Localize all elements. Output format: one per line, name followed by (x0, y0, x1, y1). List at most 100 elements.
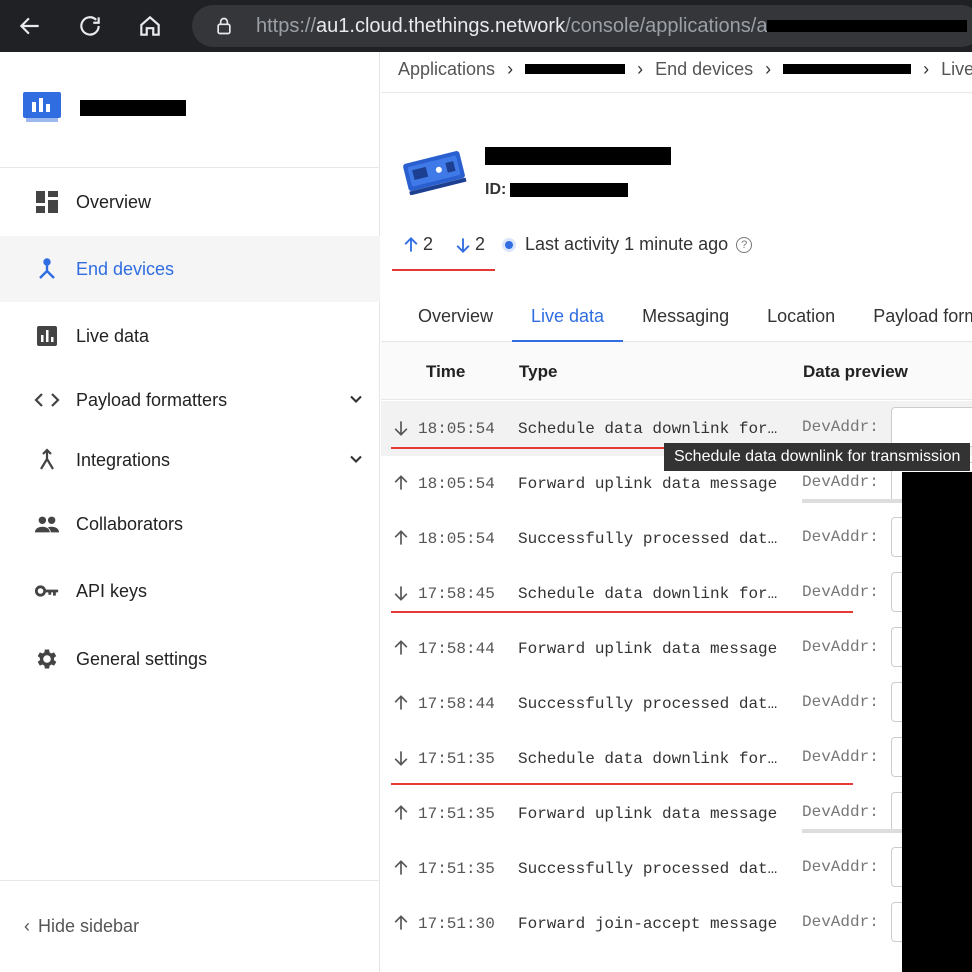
sidebar-item-live-data[interactable]: Live data (0, 303, 380, 369)
app-name-redacted (80, 100, 186, 116)
row-devaddr: DevAddr: (802, 913, 879, 931)
sidebar-item-payload-formatters[interactable]: Payload formatters (0, 367, 380, 433)
data-preview-redacted (902, 472, 972, 972)
table-header: Time Type Data preview (381, 342, 972, 400)
chevron-left-icon: ‹ (24, 916, 30, 936)
last-activity: Last activity 1 minute ago (525, 234, 729, 254)
uplink-count: 2 (401, 234, 433, 255)
code-icon (34, 387, 60, 413)
dashboard-icon (34, 189, 60, 215)
table-row[interactable]: 18:05:54 Successfully processed dat… DevAd… (381, 511, 972, 566)
activity-dot (505, 240, 514, 249)
device-name-redacted (485, 147, 671, 165)
tab-messaging[interactable]: Messaging (623, 290, 748, 342)
row-time: 17:51:35 (418, 860, 495, 878)
sidebar-item-label: General settings (76, 648, 208, 669)
annotation-underline (392, 269, 495, 271)
table-row[interactable]: 17:51:35 Schedule data downlink for… DevAd… (381, 731, 972, 786)
arrow-down-icon (391, 748, 411, 768)
sidebar-item-collaborators[interactable]: Collaborators (0, 491, 380, 557)
row-time: 17:58:45 (418, 585, 495, 603)
chevron-down-icon[interactable] (346, 449, 366, 469)
hide-sidebar-label: Hide sidebar (38, 916, 140, 936)
row-type: Forward uplink data message (518, 640, 778, 658)
devices-icon (34, 256, 60, 282)
table-row[interactable]: 17:51:35 Successfully processed dat… DevAd… (381, 841, 972, 896)
row-time: 18:05:54 (418, 420, 495, 438)
breadcrumb-end-devices[interactable]: End devices (655, 59, 753, 80)
row-type: Schedule data downlink for… (518, 750, 778, 768)
reload-icon (80, 16, 100, 36)
device-id-redacted (510, 183, 629, 197)
breadcrumb-app-redacted[interactable] (525, 64, 626, 74)
row-type: Successfully processed dat… (518, 695, 778, 713)
row-type: Forward uplink data message (518, 805, 778, 823)
arrow-up-icon (391, 473, 411, 493)
table-row[interactable]: 17:58:44 Forward uplink data message DevAd… (381, 621, 972, 676)
chevron-down-icon[interactable] (346, 389, 366, 409)
arrow-up-icon (404, 236, 418, 252)
sidebar-item-end-devices[interactable]: End devices (0, 236, 380, 302)
brand (22, 92, 186, 124)
row-devaddr: DevAddr: (802, 583, 879, 601)
device-tabs: Overview Live data Messaging Location Pa… (381, 290, 972, 343)
arrow-down-icon (391, 583, 411, 603)
tab-location[interactable]: Location (748, 290, 854, 342)
device-id: ID: (485, 181, 629, 199)
breadcrumb: Applications › › End devices › › Live d (398, 54, 972, 84)
chevron-right-icon: › (507, 58, 514, 79)
row-type: Forward join-accept message (518, 915, 778, 933)
sidebar-item-label: Payload formatters (76, 389, 228, 410)
home-icon (140, 15, 160, 36)
arrow-down-icon (456, 237, 470, 253)
arrow-up-icon (391, 913, 411, 933)
row-time: 18:05:54 (418, 530, 495, 548)
tab-overview[interactable]: Overview (381, 290, 512, 342)
breadcrumb-divider (381, 92, 972, 93)
address-bar[interactable]: https://au1.cloud.thethings.network/cons… (192, 5, 972, 47)
chevron-right-icon: › (923, 58, 930, 79)
annotation-underline (391, 783, 853, 785)
hide-sidebar-button[interactable]: ‹ Hide sidebar (24, 916, 139, 937)
row-devaddr: DevAddr: (802, 473, 879, 491)
column-type: Type (519, 362, 558, 381)
tab-payload-formatters[interactable]: Payload form (854, 290, 972, 342)
sidebar-divider (0, 880, 380, 881)
back-button[interactable] (0, 0, 60, 52)
downlink-count: 2 (453, 234, 485, 255)
row-devaddr: DevAddr: (802, 528, 879, 546)
sidebar-item-label: Integrations (76, 449, 171, 470)
row-type: Successfully processed dat… (518, 860, 778, 878)
row-devaddr: DevAddr: (802, 638, 879, 656)
url-text: https://au1.cloud.thethings.network/cons… (256, 15, 968, 38)
breadcrumb-applications[interactable]: Applications (398, 59, 495, 80)
row-type: Forward uplink data message (518, 475, 778, 493)
sidebar-item-label: Overview (76, 191, 152, 212)
sidebar-item-label: Collaborators (76, 513, 184, 534)
column-data-preview: Data preview (803, 362, 908, 381)
row-devaddr: DevAddr: (802, 803, 879, 821)
chart-icon (34, 323, 60, 349)
reload-button[interactable] (60, 0, 120, 52)
row-preview-box (891, 407, 972, 447)
browser-toolbar: https://au1.cloud.thethings.network/cons… (0, 0, 972, 52)
row-time: 17:51:35 (418, 805, 495, 823)
table-row[interactable]: 17:51:35 Forward uplink data message DevAd… (381, 786, 972, 841)
row-devaddr: DevAddr: (802, 693, 879, 711)
sidebar-item-integrations[interactable]: Integrations (0, 427, 380, 493)
sidebar-divider (0, 167, 380, 168)
home-button[interactable] (120, 0, 180, 52)
tab-live-data[interactable]: Live data (512, 290, 624, 343)
key-icon (34, 578, 60, 604)
help-icon[interactable]: ? (736, 236, 753, 253)
sidebar-item-general-settings[interactable]: General settings (0, 626, 380, 692)
sidebar-item-label: Live data (76, 325, 150, 346)
table-row[interactable]: 17:51:30 Forward join-accept message DevAd… (381, 896, 972, 951)
sidebar-item-api-keys[interactable]: API keys (0, 558, 380, 624)
row-scrollbar[interactable] (802, 499, 902, 503)
breadcrumb-device-redacted[interactable] (783, 64, 912, 74)
row-devaddr: DevAddr: (802, 748, 879, 766)
sidebar-item-overview[interactable]: Overview (0, 169, 380, 235)
row-scrollbar[interactable] (802, 829, 902, 833)
table-row[interactable]: 17:58:44 Successfully processed dat… DevAd… (381, 676, 972, 731)
